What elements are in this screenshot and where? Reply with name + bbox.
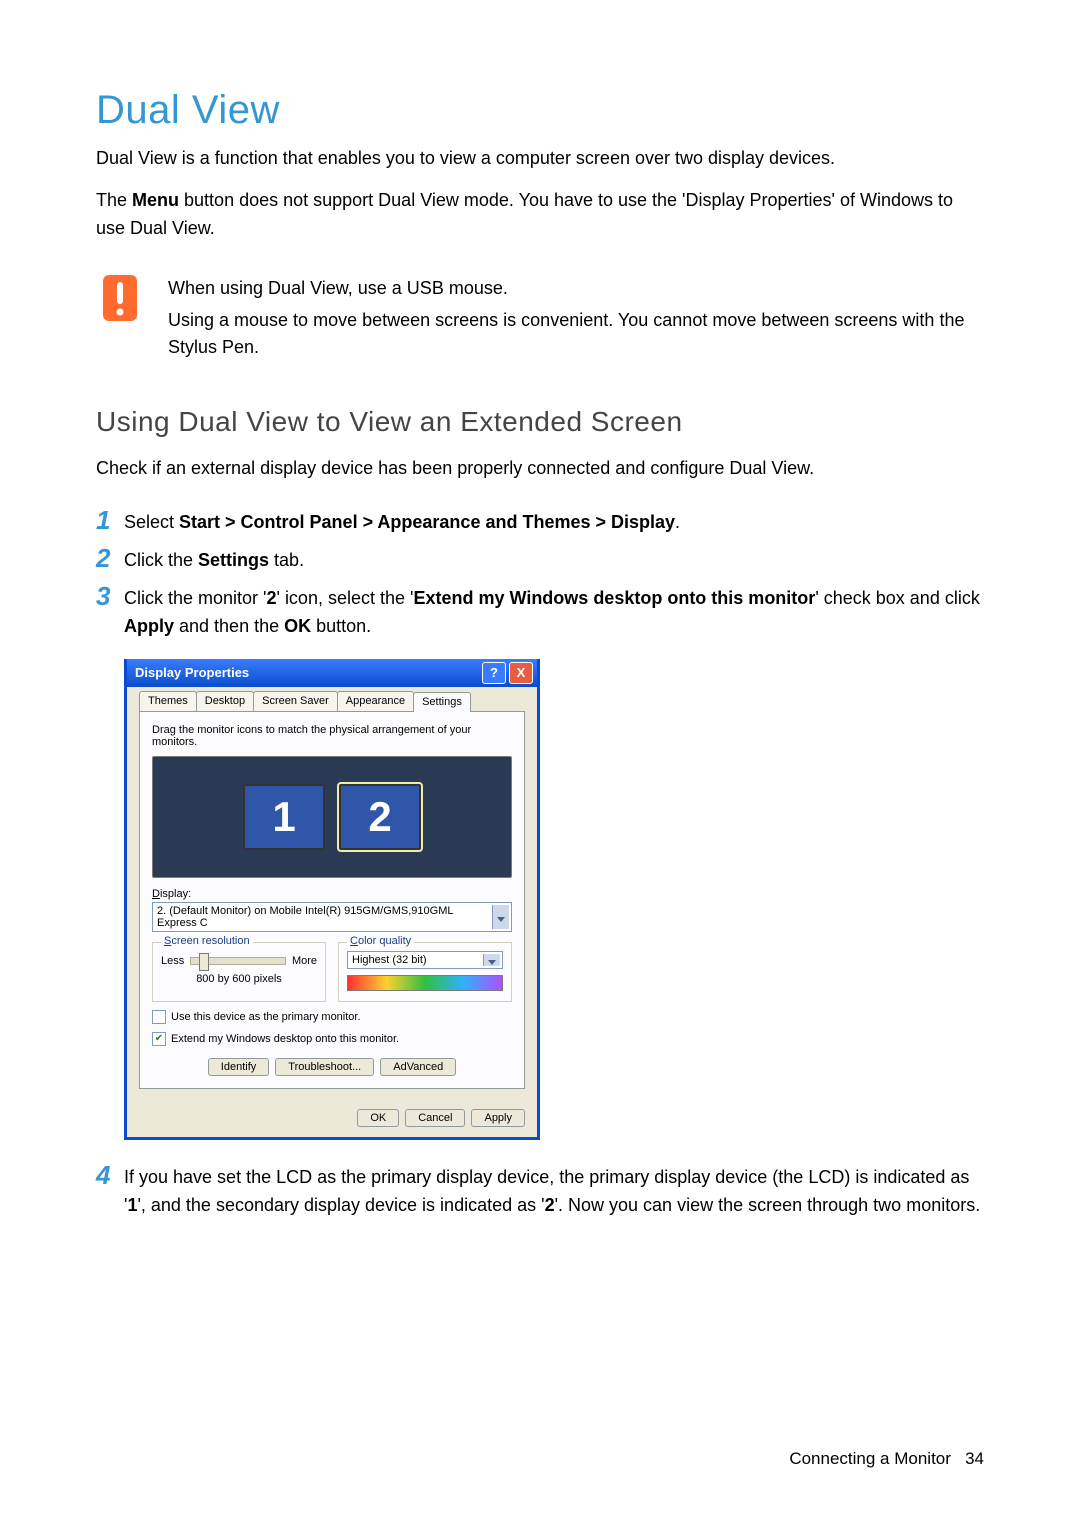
- monitor-2[interactable]: 2: [339, 784, 421, 850]
- display-select[interactable]: 2. (Default Monitor) on Mobile Intel(R) …: [152, 902, 512, 932]
- color-quality-select[interactable]: Highest (32 bit): [347, 951, 503, 969]
- resolution-group: Screen resolution Less More 800 by 600 p…: [152, 942, 326, 1002]
- intro-line-1: Dual View is a function that enables you…: [96, 145, 984, 173]
- resolution-slider[interactable]: [190, 957, 286, 965]
- primary-monitor-checkbox[interactable]: [152, 1010, 166, 1024]
- dialog-tabs: Themes Desktop Screen Saver Appearance S…: [139, 691, 525, 712]
- display-properties-dialog: Display Properties ? X Themes Desktop Sc…: [124, 659, 540, 1140]
- extend-desktop-label: Extend my Windows desktop onto this moni…: [171, 1033, 399, 1045]
- color-gradient-bar: [347, 975, 503, 991]
- extend-desktop-checkbox[interactable]: ✔: [152, 1032, 166, 1046]
- tab-screensaver[interactable]: Screen Saver: [253, 691, 338, 711]
- step-number: 3: [96, 583, 124, 641]
- apply-button[interactable]: Apply: [471, 1109, 525, 1127]
- display-label: Display:: [152, 888, 512, 900]
- extend-desktop-checkbox-row: ✔ Extend my Windows desktop onto this mo…: [152, 1032, 512, 1046]
- page-title: Dual View: [96, 88, 984, 133]
- steps-list-continued: 4 If you have set the LCD as the primary…: [96, 1162, 984, 1220]
- step-2: 2 Click the Settings tab.: [96, 545, 984, 575]
- section-heading: Using Dual View to View an Extended Scre…: [96, 406, 984, 438]
- steps-list: 1 Select Start > Control Panel > Appeara…: [96, 507, 984, 641]
- step-1: 1 Select Start > Control Panel > Appeara…: [96, 507, 984, 537]
- warning-line-2: Using a mouse to move between screens is…: [168, 307, 984, 363]
- step-number: 1: [96, 507, 124, 537]
- color-quality-group: Color quality Highest (32 bit): [338, 942, 512, 1002]
- step-3: 3 Click the monitor '2' icon, select the…: [96, 583, 984, 641]
- identify-button[interactable]: Identify: [208, 1058, 269, 1076]
- resolution-value: 800 by 600 pixels: [161, 973, 317, 985]
- monitor-arrangement[interactable]: 1 2: [152, 756, 512, 878]
- dialog-title: Display Properties: [135, 665, 479, 680]
- warning-callout: When using Dual View, use a USB mouse. U…: [96, 275, 984, 367]
- page-footer: Connecting a Monitor 34: [789, 1449, 984, 1469]
- advanced-button[interactable]: AdVanced: [380, 1058, 456, 1076]
- warning-icon: [96, 275, 144, 367]
- close-icon[interactable]: X: [509, 662, 533, 684]
- help-icon[interactable]: ?: [482, 662, 506, 684]
- footer-page-number: 34: [965, 1449, 984, 1468]
- step-number: 2: [96, 545, 124, 575]
- drag-hint: Drag the monitor icons to match the phys…: [152, 724, 512, 748]
- tab-themes[interactable]: Themes: [139, 691, 197, 711]
- res-more-label: More: [292, 955, 317, 967]
- settings-panel: Drag the monitor icons to match the phys…: [139, 712, 525, 1089]
- section-lead: Check if an external display device has …: [96, 458, 984, 479]
- tab-settings[interactable]: Settings: [413, 692, 471, 712]
- monitor-1[interactable]: 1: [243, 784, 325, 850]
- troubleshoot-button[interactable]: Troubleshoot...: [275, 1058, 374, 1076]
- step-number: 4: [96, 1162, 124, 1220]
- ok-button[interactable]: OK: [357, 1109, 399, 1127]
- dialog-titlebar[interactable]: Display Properties ? X: [127, 659, 537, 687]
- tab-appearance[interactable]: Appearance: [337, 691, 414, 711]
- step-4: 4 If you have set the LCD as the primary…: [96, 1162, 984, 1220]
- footer-section: Connecting a Monitor: [789, 1449, 951, 1468]
- tab-desktop[interactable]: Desktop: [196, 691, 254, 711]
- display-properties-figure: Display Properties ? X Themes Desktop Sc…: [124, 659, 984, 1140]
- intro-line-2: The Menu button does not support Dual Vi…: [96, 187, 984, 243]
- primary-monitor-label: Use this device as the primary monitor.: [171, 1011, 361, 1023]
- cancel-button[interactable]: Cancel: [405, 1109, 465, 1127]
- res-less-label: Less: [161, 955, 184, 967]
- warning-line-1: When using Dual View, use a USB mouse.: [168, 275, 984, 303]
- intro-block: Dual View is a function that enables you…: [96, 145, 984, 243]
- primary-monitor-checkbox-row: Use this device as the primary monitor.: [152, 1010, 512, 1024]
- menu-bold: Menu: [132, 190, 179, 210]
